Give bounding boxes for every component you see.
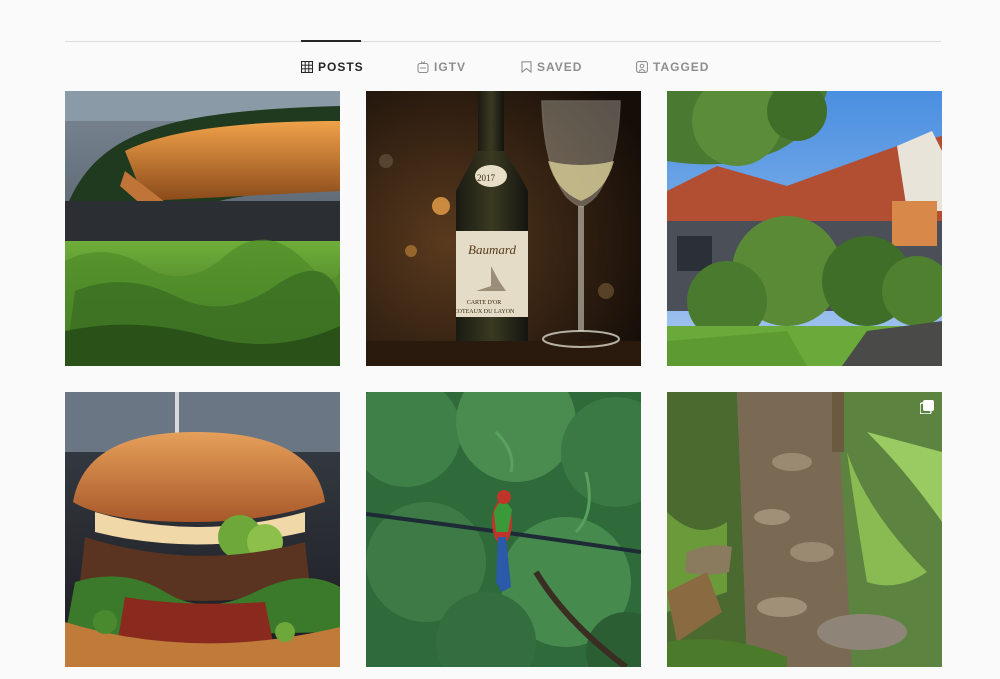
igtv-icon bbox=[417, 61, 429, 73]
bottle-line-1: CARTE D'OR bbox=[467, 300, 502, 306]
tab-saved-label: SAVED bbox=[537, 60, 583, 74]
grid-icon bbox=[301, 61, 313, 73]
post-burger[interactable] bbox=[65, 392, 340, 667]
post-image bbox=[366, 392, 641, 667]
post-parrot[interactable] bbox=[366, 392, 641, 667]
post-wine-bottle[interactable]: 2017 Baumard CARTE D'OR COTEAUX DU LAYON bbox=[366, 91, 641, 366]
tab-saved[interactable]: SAVED bbox=[521, 59, 582, 75]
tab-tagged[interactable]: TAGGED bbox=[636, 59, 709, 75]
tab-posts-label: POSTS bbox=[318, 60, 364, 74]
post-image bbox=[667, 392, 942, 667]
tab-tagged-label: TAGGED bbox=[653, 60, 710, 74]
bookmark-icon bbox=[521, 61, 532, 73]
post-image bbox=[65, 91, 340, 366]
bottle-line-2: COTEAUX DU LAYON bbox=[454, 309, 515, 315]
bottle-brand: Baumard bbox=[468, 242, 516, 257]
tab-igtv-label: IGTV bbox=[434, 60, 467, 74]
post-image bbox=[667, 91, 942, 366]
post-building-living-wall[interactable] bbox=[65, 91, 340, 366]
post-image bbox=[65, 392, 340, 667]
profile-content: POSTS IGTV SAVED TAGGED 2017 Baumard CAR… bbox=[0, 0, 1000, 679]
tabs-divider bbox=[65, 41, 941, 42]
tab-igtv[interactable]: IGTV bbox=[417, 59, 466, 75]
post-brick-house[interactable] bbox=[667, 91, 942, 366]
profile-tabs: POSTS IGTV SAVED TAGGED bbox=[0, 59, 1000, 75]
tagged-person-icon bbox=[636, 61, 648, 73]
post-garden-path[interactable] bbox=[667, 392, 942, 667]
bottle-year: 2017 bbox=[477, 173, 496, 183]
active-tab-indicator bbox=[301, 40, 361, 42]
tab-posts[interactable]: POSTS bbox=[301, 59, 364, 75]
multiple-photos-icon bbox=[920, 400, 934, 414]
post-image: 2017 Baumard CARTE D'OR COTEAUX DU LAYON bbox=[366, 91, 641, 366]
